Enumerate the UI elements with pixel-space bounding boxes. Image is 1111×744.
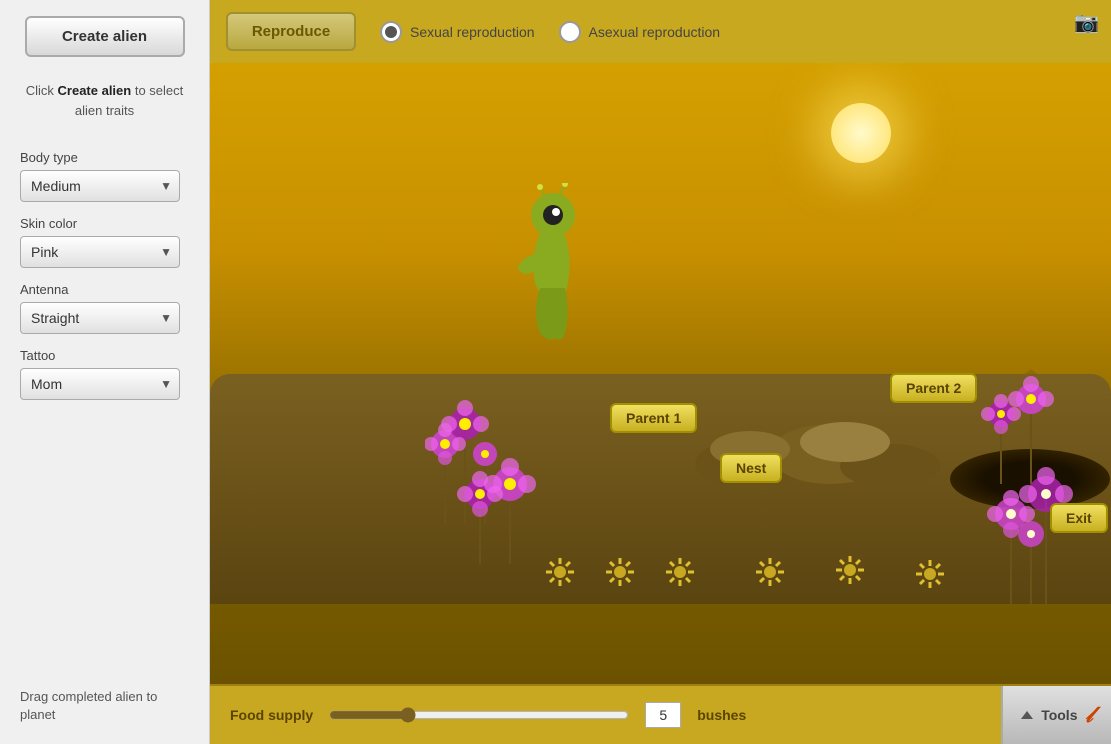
sexual-reproduction-option[interactable]: Sexual reproduction — [380, 21, 535, 43]
body-type-select[interactable]: Medium Small Large — [20, 170, 180, 202]
asexual-radio-button[interactable] — [559, 21, 581, 43]
sidebar: Create alien Click Create alien to selec… — [0, 0, 210, 744]
main-area: Reproduce Sexual reproduction Asexual re… — [210, 0, 1111, 744]
food-supply-label: Food supply — [230, 707, 313, 723]
asexual-reproduction-option[interactable]: Asexual reproduction — [559, 21, 721, 43]
tools-brand-icon: 𝓁 — [1085, 702, 1092, 728]
camera-icon[interactable]: 📷 — [1074, 10, 1099, 35]
asexual-reproduction-label: Asexual reproduction — [589, 24, 721, 40]
antenna-select[interactable]: Straight Curly None — [20, 302, 180, 334]
skin-color-select[interactable]: Pink Blue Green Yellow — [20, 236, 180, 268]
food-value: 5 — [645, 702, 681, 728]
nest-label[interactable]: Nest — [720, 453, 782, 483]
exit-label[interactable]: Exit — [1050, 503, 1108, 533]
sun — [831, 103, 891, 163]
ground-flowers-svg — [530, 542, 710, 602]
alien-svg — [510, 183, 600, 343]
food-supply-slider[interactable] — [329, 707, 629, 723]
create-alien-button[interactable]: Create alien — [25, 16, 185, 57]
sidebar-instruction: Click Create alien to select alien trait… — [0, 73, 209, 140]
body-type-section: Body type Medium Small Large ▼ — [0, 140, 209, 206]
tools-label: Tools — [1041, 707, 1077, 723]
tattoo-wrapper: Mom Heart Star None ▼ — [20, 368, 180, 400]
instruction-bold: Create alien — [58, 83, 132, 98]
antenna-label: Antenna — [20, 282, 189, 297]
top-bar: Reproduce Sexual reproduction Asexual re… — [210, 0, 1111, 63]
reproduce-button[interactable]: Reproduce — [226, 12, 356, 51]
sexual-reproduction-label: Sexual reproduction — [410, 24, 535, 40]
parent2-label[interactable]: Parent 2 — [890, 373, 977, 403]
antenna-wrapper: Straight Curly None ▼ — [20, 302, 180, 334]
tattoo-label: Tattoo — [20, 348, 189, 363]
bottom-bar: Food supply 5 bushes Tools 𝓁 — [210, 684, 1111, 744]
alien-character[interactable] — [510, 183, 600, 343]
bushes-label: bushes — [697, 707, 746, 723]
ground-flowers2-svg — [740, 542, 960, 602]
tattoo-select[interactable]: Mom Heart Star None — [20, 368, 180, 400]
parent1-label[interactable]: Parent 1 — [610, 403, 697, 433]
tools-triangle-icon — [1021, 711, 1033, 719]
skin-color-section: Skin color Pink Blue Green Yellow ▼ — [0, 206, 209, 272]
skin-color-wrapper: Pink Blue Green Yellow ▼ — [20, 236, 180, 268]
skin-color-label: Skin color — [20, 216, 189, 231]
body-type-wrapper: Medium Small Large ▼ — [20, 170, 180, 202]
sexual-radio-button[interactable] — [380, 21, 402, 43]
body-type-label: Body type — [20, 150, 189, 165]
drag-completed-text: Drag completed alien to planet — [0, 672, 209, 744]
planet-scene[interactable]: Parent 1 Nest Parent 2 Exit — [210, 63, 1111, 684]
tools-button[interactable]: Tools 𝓁 — [1001, 686, 1111, 744]
antenna-section: Antenna Straight Curly None ▼ — [0, 272, 209, 338]
tattoo-section: Tattoo Mom Heart Star None ▼ — [0, 338, 209, 404]
